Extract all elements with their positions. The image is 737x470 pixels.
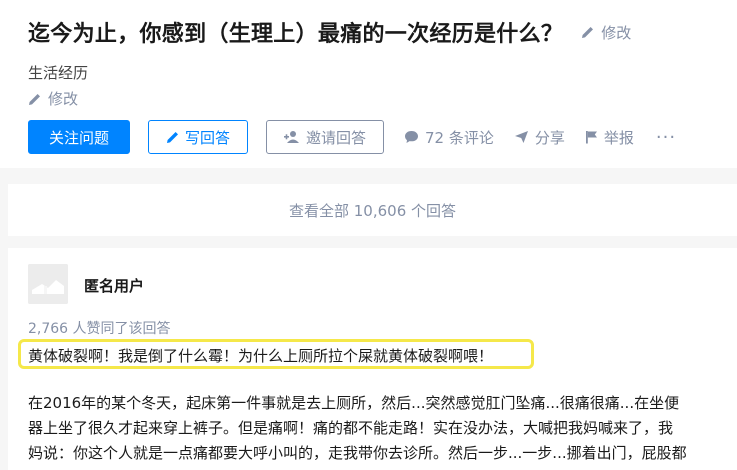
- question-card: 迄今为止，你感到（生理上）最痛的一次经历是什么？ 修改 生活经历 修改 关注问题…: [0, 0, 737, 168]
- write-answer-button[interactable]: 写回答: [148, 120, 248, 154]
- report-button[interactable]: 举报: [585, 127, 634, 148]
- question-title: 迄今为止，你感到（生理上）最痛的一次经历是什么？: [28, 22, 564, 47]
- comments-button[interactable]: 72 条评论: [404, 127, 494, 148]
- edit-question-label: 修改: [601, 23, 632, 42]
- author-name[interactable]: 匿名用户: [84, 275, 144, 296]
- share-button[interactable]: 分享: [514, 127, 565, 148]
- answer-card: 匿名用户 2,766 人赞同了该回答 黄体破裂啊！我是倒了什么霉！为什么上厕所拉…: [8, 248, 737, 470]
- answer-paragraph-line: 妈说：你这个人就是一点痛都要大呼小叫的，走我带你去诊所。然后一步...一步...…: [28, 444, 687, 462]
- share-label: 分享: [534, 128, 565, 147]
- question-header: 迄今为止，你感到（生理上）最痛的一次经历是什么？ 修改: [28, 16, 631, 48]
- highlighted-sentence: 黄体破裂啊！我是倒了什么霉！为什么上厕所拉个屎就黄体破裂啊喂！: [28, 347, 494, 365]
- paper-plane-icon: [514, 131, 528, 143]
- edit-topic-label: 修改: [48, 90, 79, 108]
- view-all-answers-button[interactable]: 查看全部 10,606 个回答: [8, 184, 737, 236]
- report-label: 举报: [603, 128, 634, 147]
- answer-body: 在2016年的某个冬天，起床第一件事就是去上厕所，然后...突然感觉肛门坠痛..…: [28, 391, 732, 466]
- more-options-icon[interactable]: ···: [656, 127, 676, 148]
- pencil-icon: [166, 132, 178, 143]
- question-actions: 关注问题 写回答 邀请回答 72 条评论 分享 举报 ···: [28, 120, 676, 154]
- pencil-icon: [29, 93, 40, 105]
- topic-tag[interactable]: 生活经历: [28, 62, 88, 83]
- invite-answer-button[interactable]: 邀请回答: [266, 120, 384, 154]
- follow-question-button[interactable]: 关注问题: [28, 120, 130, 154]
- answer-paragraph-line: 在2016年的某个冬天，起床第一件事就是去上厕所，然后...突然感觉肛门坠痛..…: [28, 394, 680, 412]
- add-user-icon: [283, 131, 299, 143]
- write-answer-label: 写回答: [184, 128, 230, 147]
- comments-label: 72 条评论: [425, 128, 494, 147]
- flag-icon: [585, 131, 597, 144]
- answer-paragraph-line: 器上坐了很久才起来穿上裤子。但是痛啊！痛的都不能走路！实在没办法，大喊把我妈喊来…: [28, 419, 674, 437]
- avatar: [28, 264, 68, 304]
- vote-count[interactable]: 2,766 人赞同了该回答: [28, 318, 171, 338]
- edit-topic-link[interactable]: 修改: [28, 88, 78, 109]
- invite-answer-label: 邀请回答: [305, 128, 366, 147]
- anonymous-avatar-icon: [28, 264, 68, 304]
- edit-question-link[interactable]: 修改: [581, 22, 631, 43]
- comment-icon: [405, 131, 418, 143]
- pencil-icon: [582, 27, 594, 38]
